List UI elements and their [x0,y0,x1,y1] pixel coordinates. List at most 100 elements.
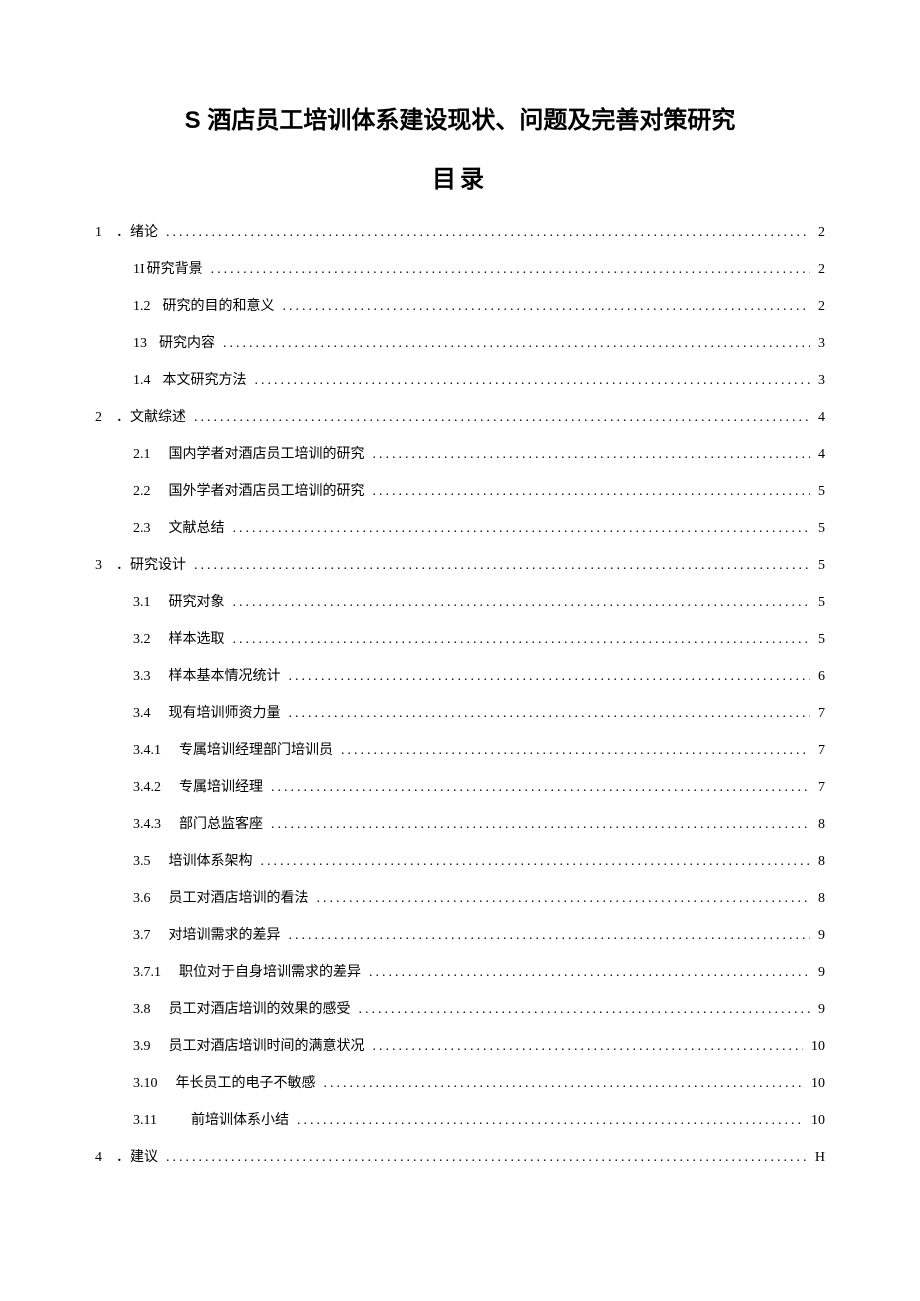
toc-entry: 3.4 现有培训师资力量 7 [95,703,825,724]
toc-entry-text: 部门总监客座 [179,814,263,835]
toc-entry: 3.3样本基本情况统计6 [95,666,825,687]
toc-leader-dots [369,962,810,983]
toc-entry: 2.1 国内学者对酒店员工培训的研究 4 [95,444,825,465]
toc-entry-number: 3.9 [133,1036,151,1057]
toc-entry: 13研究内容3 [95,333,825,354]
toc-entry: 3．研究设计5 [95,555,825,576]
toc-entry-text: ．文献综述 [116,407,186,428]
toc-entry: 3.4.2 专属培训经理 7 [95,777,825,798]
toc-leader-dots [166,222,810,243]
toc-entry-page: 9 [818,999,825,1020]
toc-entry-text: 专属培训经理 [179,777,263,798]
toc-entry-text: ．研究设计 [116,555,186,576]
document-title: S 酒店员工培训体系建设现状、问题及完善对策研究 [95,100,825,135]
toc-entry-page: 5 [818,518,825,539]
toc-entry: 3.4.3部门总监客座8 [95,814,825,835]
toc-entry-number: 2.1 [133,444,151,465]
toc-entry-number: 2.3 [133,518,151,539]
toc-entry-number: 3.10 [133,1073,158,1094]
toc-entry-number: 2.2 [133,481,151,502]
toc-entry-number: 3 [95,555,102,576]
toc-entry-number: 3.5 [133,851,151,872]
toc-entry-number: 3.3 [133,666,151,687]
toc-entry-text: 培训体系架构 [169,851,253,872]
toc-entry-text: 职位对于自身培训需求的差异 [179,962,361,983]
toc-entry-number: 1 [95,222,102,243]
toc-entry-page: 2 [818,259,825,280]
toc-leader-dots [271,777,810,798]
toc-entry-page: 5 [818,592,825,613]
toc-entry-number: 4 [95,1147,102,1168]
toc-entry-text: 年长员工的电子不敏感 [176,1073,316,1094]
toc-leader-dots [223,333,810,354]
toc-entry-text: 本文研究方法 [163,370,247,391]
toc-entry: 1.4 本文研究方法 3 [95,370,825,391]
toc-entry: 3.7 对培训需求的差异 9 [95,925,825,946]
toc-entry-number: 3.7.1 [133,962,161,983]
toc-entry-text: 专属培训经理部门培训员 [179,740,333,761]
toc-entry-text: 研究背景 [147,259,203,280]
toc-entry: 3.9员工对酒店培训时间的满意状况10 [95,1036,825,1057]
toc-entry: 3.2样本选取5 [95,629,825,650]
toc-entry-number: 13 [133,333,147,354]
toc-entry-number: 3.7 [133,925,151,946]
toc-entry: 3.6员工对酒店培训的看法8 [95,888,825,909]
toc-leader-dots [233,518,811,539]
toc-entry-text: 国内学者对酒店员工培训的研究 [169,444,365,465]
toc-heading: 目录 [95,159,825,194]
toc-entry-text: 研究内容 [159,333,215,354]
toc-entry-page: 9 [818,925,825,946]
toc-entry-page: 10 [811,1073,825,1094]
toc-leader-dots [373,444,811,465]
toc-entry: 1I研究背景 2 [95,259,825,280]
toc-entry: 3.8员工对酒店培训的效果的感受9 [95,999,825,1020]
toc-entry-page: 4 [818,407,825,428]
toc-entry-page: 4 [818,444,825,465]
toc-entry-text: 现有培训师资力量 [169,703,281,724]
toc-entry: 3.10 年长员工的电子不敏感 10 [95,1073,825,1094]
toc-entry-number: 3.4.2 [133,777,161,798]
toc-entry-number: 1I [133,259,145,280]
toc-entry: 2.3文献总结5 [95,518,825,539]
toc-entry: 1.2研究的目的和意义2 [95,296,825,317]
toc-leader-dots [194,407,810,428]
toc-leader-dots [373,1036,804,1057]
toc-leader-dots [289,666,811,687]
table-of-contents: 1．绪论21I研究背景21.2研究的目的和意义213研究内容31.4本文研究方法… [95,222,825,1168]
toc-entry-page: 8 [818,851,825,872]
toc-entry-page: 7 [818,740,825,761]
toc-entry-page: 5 [818,481,825,502]
toc-leader-dots [283,296,811,317]
toc-leader-dots [297,1110,803,1131]
toc-entry-text: ．绪论 [116,222,158,243]
toc-entry-text: 国外学者对酒店员工培训的研究 [169,481,365,502]
toc-entry-page: 6 [818,666,825,687]
toc-entry: 3.11前培训体系小结10 [95,1110,825,1131]
toc-entry-page: 7 [818,703,825,724]
toc-entry-number: 2 [95,407,102,428]
toc-leader-dots [194,555,810,576]
toc-entry-number: 3.4 [133,703,151,724]
toc-entry-number: 3.1 [133,592,151,613]
toc-entry: 1．绪论2 [95,222,825,243]
toc-entry-text: 员工对酒店培训的效果的感受 [169,999,351,1020]
toc-leader-dots [373,481,811,502]
toc-leader-dots [233,592,811,613]
toc-entry-page: 9 [818,962,825,983]
toc-leader-dots [233,629,811,650]
toc-entry-text: 研究的目的和意义 [163,296,275,317]
toc-leader-dots [271,814,810,835]
toc-entry-page: 5 [818,629,825,650]
toc-entry-text: 对培训需求的差异 [169,925,281,946]
toc-entry-text: 前培训体系小结 [191,1110,289,1131]
toc-entry-number: 1.4 [133,370,151,391]
toc-entry: 3.4.1专属培训经理部门培训员7 [95,740,825,761]
toc-entry-page: 7 [818,777,825,798]
toc-leader-dots [261,851,811,872]
toc-entry: 2.2 国外学者对酒店员工培训的研究 5 [95,481,825,502]
toc-entry: 3.1研究对象5 [95,592,825,613]
toc-entry-text: 员工对酒店培训的看法 [169,888,309,909]
toc-leader-dots [359,999,811,1020]
toc-entry-page: 3 [818,370,825,391]
toc-entry-page: 2 [818,296,825,317]
